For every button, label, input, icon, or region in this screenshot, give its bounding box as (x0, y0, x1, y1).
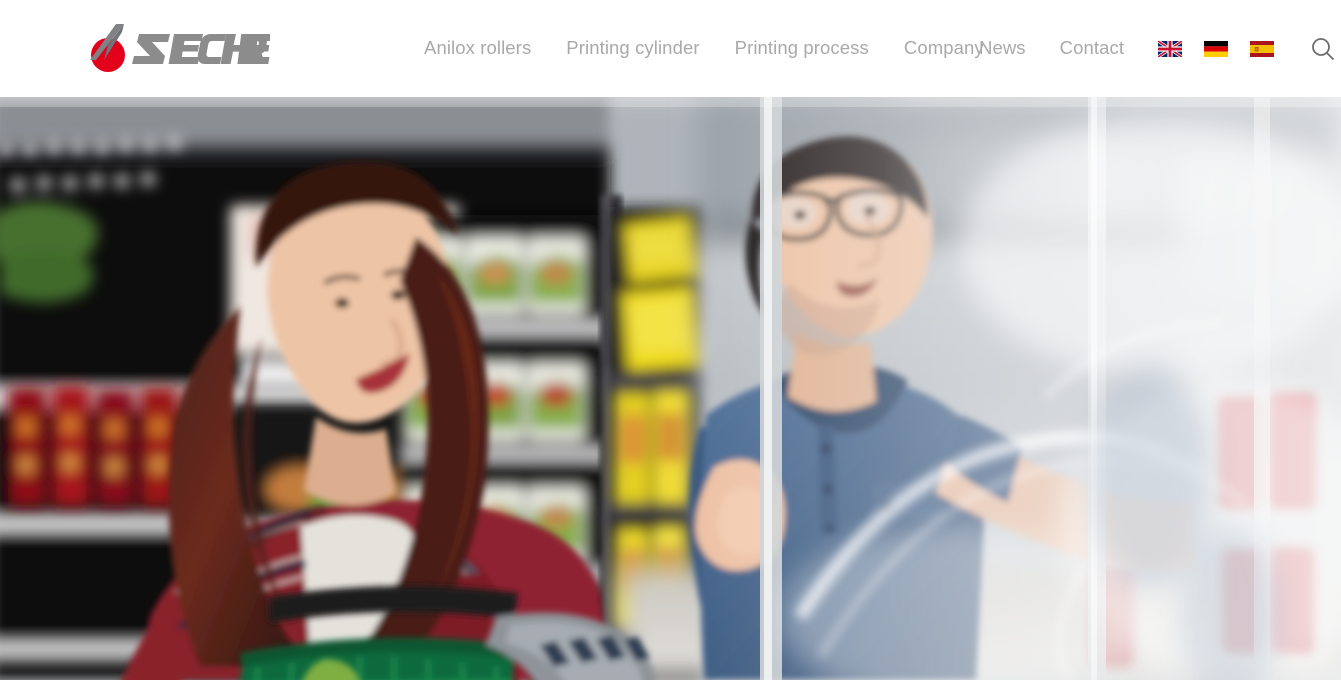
nav-company[interactable]: Company (904, 39, 984, 58)
language-switcher (1158, 40, 1275, 57)
page-root: Anilox rollers Printing cylinder Printin… (0, 0, 1341, 680)
site-logo[interactable] (78, 22, 270, 76)
flag-spain-icon[interactable] (1250, 40, 1275, 57)
nav-news[interactable]: News (979, 39, 1026, 58)
secondary-navigation: News Contact (979, 0, 1338, 97)
flag-germany-icon[interactable] (1204, 40, 1229, 57)
site-header: Anilox rollers Printing cylinder Printin… (0, 0, 1341, 97)
flag-uk-icon[interactable] (1158, 40, 1183, 57)
primary-navigation: Anilox rollers Printing cylinder Printin… (424, 0, 984, 97)
nav-contact[interactable]: Contact (1060, 39, 1124, 58)
nav-anilox-rollers[interactable]: Anilox rollers (424, 39, 531, 58)
search-icon[interactable] (1308, 34, 1338, 64)
nav-printing-cylinder[interactable]: Printing cylinder (566, 39, 699, 58)
hero-image (0, 97, 1341, 680)
nav-printing-process[interactable]: Printing process (735, 39, 869, 58)
